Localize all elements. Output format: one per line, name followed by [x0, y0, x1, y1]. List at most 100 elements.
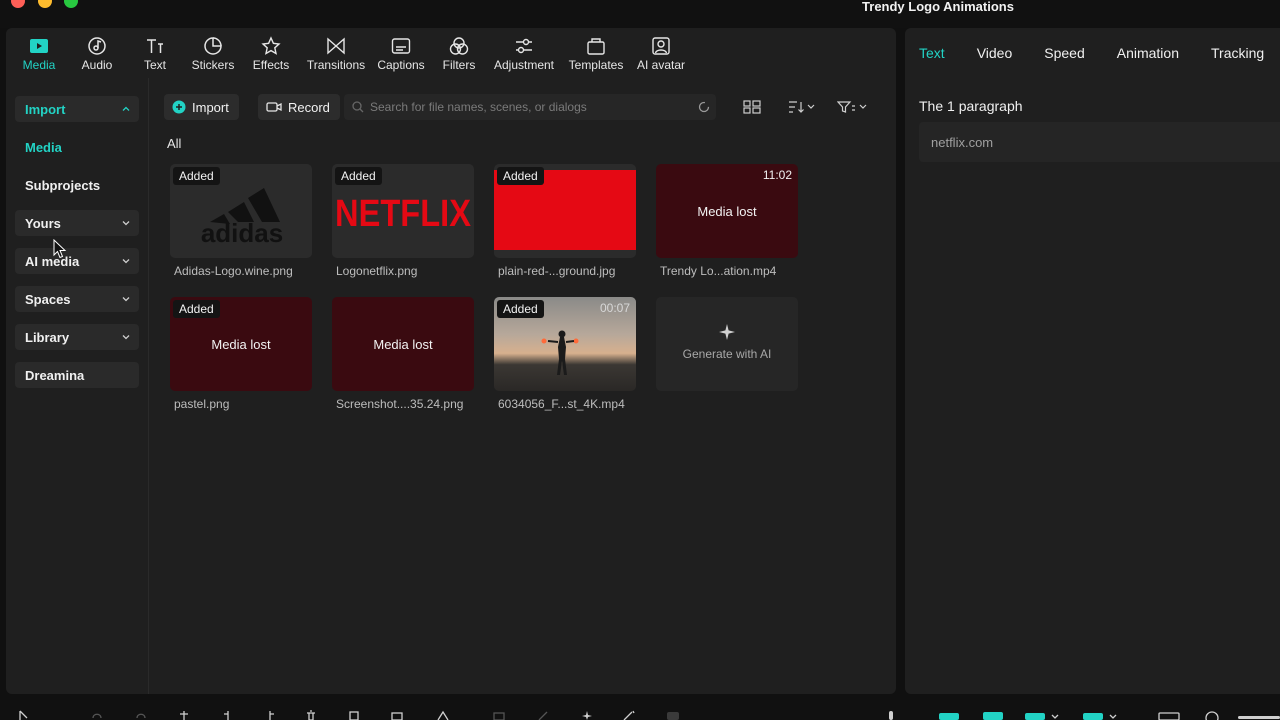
media-thumbnail[interactable]: adidas Added [170, 164, 312, 258]
chevron-up-icon [122, 106, 130, 111]
search-input[interactable] [370, 100, 680, 114]
sidebar-item-spaces[interactable]: Spaces [15, 286, 139, 312]
media-item[interactable]: Added 00:07 6034056_F...st_4K.mp4 [494, 297, 636, 411]
sort-dropdown[interactable] [787, 98, 815, 116]
plus-circle-icon [172, 100, 186, 114]
loop-icon[interactable] [390, 710, 404, 720]
chevron-down-icon [122, 335, 130, 340]
duration-label: 00:07 [599, 301, 630, 315]
camera-icon [266, 102, 282, 112]
redo-icon[interactable] [134, 710, 148, 720]
media-lost-label: Media lost [373, 336, 433, 352]
ai-effects-icon[interactable] [580, 710, 594, 720]
microphone-icon[interactable] [886, 710, 896, 720]
media-item[interactable]: adidas Added Adidas-Logo.wine.png [170, 164, 312, 278]
tool-audio[interactable]: Audio [68, 28, 126, 78]
tool-ai-avatar[interactable]: AI avatar [632, 28, 690, 78]
zoom-slider[interactable] [1238, 710, 1280, 720]
media-item[interactable]: Media lost Added pastel.png [170, 297, 312, 411]
media-thumbnail[interactable]: Media lost [332, 297, 474, 391]
all-filter-label[interactable]: All [167, 136, 181, 151]
tool-stickers[interactable]: Stickers [184, 28, 242, 78]
minimize-window-button[interactable] [38, 0, 52, 8]
auto-snapping-icon[interactable] [982, 710, 1004, 720]
split-right-icon[interactable] [264, 710, 276, 720]
sidebar-item-label: Library [25, 329, 70, 345]
sidebar-item-dreamina[interactable]: Dreamina [15, 362, 139, 388]
select-cursor-icon[interactable] [18, 710, 32, 720]
sidebar-item-import[interactable]: Import [15, 96, 139, 122]
sidebar-item-label: Media [25, 139, 62, 155]
tool-adjustment[interactable]: Adjustment [488, 28, 560, 78]
media-thumbnail[interactable]: Media lost Added [170, 297, 312, 391]
generate-with-ai-card[interactable]: Generate with AI [656, 297, 798, 391]
netflix-logo: NETFLIX [335, 193, 472, 234]
grid-view-toggle[interactable] [743, 98, 761, 116]
freeze-icon[interactable] [492, 710, 506, 720]
refresh-icon[interactable] [698, 101, 710, 113]
sidebar-item-library[interactable]: Library [15, 324, 139, 350]
filters-icon [449, 37, 469, 55]
tool-transitions[interactable]: Transitions [300, 28, 372, 78]
tool-media[interactable]: Media [10, 28, 68, 78]
tool-filters[interactable]: Filters [430, 28, 488, 78]
split-left-icon[interactable] [222, 710, 234, 720]
tool-label: Media [22, 58, 56, 72]
property-tabs: Text Video Speed Animation Tracking [905, 28, 1280, 78]
undo-icon[interactable] [90, 710, 104, 720]
fit-timeline-icon[interactable] [1158, 710, 1180, 720]
filter-dropdown[interactable] [837, 98, 867, 116]
tab-animation[interactable]: Animation [1099, 45, 1193, 61]
media-sidebar: Import Media Subprojects Yours AI media … [6, 78, 149, 694]
media-thumbnail[interactable]: Added [494, 164, 636, 258]
preview-axis-icon[interactable] [1082, 710, 1122, 720]
media-search[interactable] [344, 94, 716, 120]
chevron-down-icon [122, 297, 130, 302]
delete-icon[interactable] [305, 710, 317, 720]
sidebar-item-media[interactable]: Media [15, 134, 139, 160]
sidebar-item-subprojects[interactable]: Subprojects [15, 172, 139, 198]
grid-view-icon [743, 100, 761, 114]
split-icon[interactable] [178, 710, 190, 720]
tab-text[interactable]: Text [905, 45, 959, 61]
main-track-magnet-icon[interactable] [938, 710, 960, 720]
crop-icon[interactable] [348, 710, 360, 720]
media-icon [30, 39, 48, 53]
tool-label: Captions [377, 58, 425, 72]
filter-icon [837, 101, 867, 113]
record-button[interactable]: Record [258, 94, 340, 120]
generate-thumbnail[interactable]: Generate with AI [656, 297, 798, 391]
media-item[interactable]: Added plain-red-...ground.jpg [494, 164, 636, 278]
import-button[interactable]: Import [164, 94, 239, 120]
magic-wand-icon[interactable] [622, 710, 636, 720]
paragraph-title: The 1 paragraph [919, 98, 1023, 114]
sidebar-item-yours[interactable]: Yours [15, 210, 139, 236]
text-content-field[interactable]: netflix.com [919, 122, 1280, 162]
media-thumbnail[interactable]: Added 00:07 [494, 297, 636, 391]
media-filename: Screenshot....35.24.png [336, 397, 464, 411]
mask-icon[interactable] [436, 710, 450, 720]
zoom-window-button[interactable] [64, 0, 78, 8]
media-item[interactable]: Media lost 11:02 Trendy Lo...ation.mp4 [656, 164, 798, 278]
tab-speed[interactable]: Speed [1026, 45, 1098, 61]
reverse-icon[interactable] [536, 710, 550, 720]
zoom-out-icon[interactable] [1204, 710, 1220, 720]
tool-captions[interactable]: Captions [372, 28, 430, 78]
edit-icon[interactable] [666, 710, 680, 720]
tab-tracking[interactable]: Tracking [1193, 45, 1278, 61]
sidebar-item-ai-media[interactable]: AI media [15, 248, 139, 274]
media-item[interactable]: Media lost Screenshot....35.24.png [332, 297, 474, 411]
close-window-button[interactable] [11, 0, 25, 8]
ai-avatar-icon [652, 37, 670, 55]
tool-label: Filters [442, 58, 476, 72]
tool-label: Stickers [191, 58, 235, 72]
tool-effects[interactable]: Effects [242, 28, 300, 78]
text-icon [147, 39, 163, 53]
tool-templates[interactable]: Templates [560, 28, 632, 78]
media-item[interactable]: NETFLIX Added Logonetflix.png [332, 164, 474, 278]
media-thumbnail[interactable]: NETFLIX Added [332, 164, 474, 258]
media-thumbnail[interactable]: Media lost 11:02 [656, 164, 798, 258]
linkage-icon[interactable] [1024, 710, 1064, 720]
tool-text[interactable]: Text [126, 28, 184, 78]
tab-video[interactable]: Video [959, 45, 1027, 61]
